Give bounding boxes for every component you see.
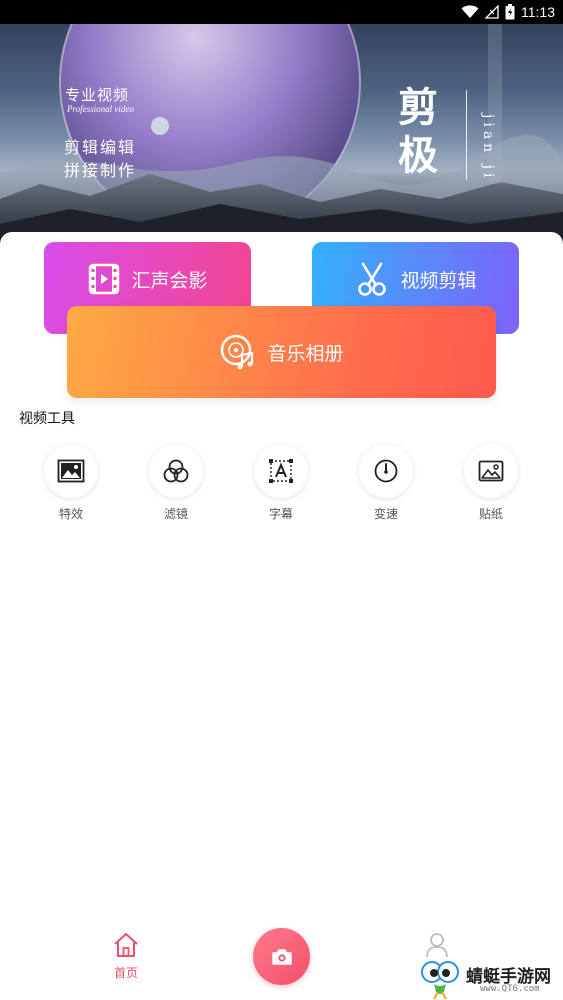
wifi-icon bbox=[461, 5, 479, 18]
filter-circles-icon bbox=[163, 459, 189, 483]
tool-filter[interactable]: 滤镜 bbox=[141, 444, 211, 522]
banner-big-char-1: 剪 bbox=[398, 84, 438, 131]
video-tools-grid: 特效 滤镜 字幕 变速 贴纸 bbox=[0, 444, 563, 524]
camera-button[interactable] bbox=[253, 928, 310, 985]
tool-sticker[interactable]: 贴纸 bbox=[456, 444, 526, 522]
card-label: 音乐相册 bbox=[267, 342, 344, 365]
card-label: 视频剪辑 bbox=[400, 269, 477, 292]
hero-banner[interactable]: 专业视频 Professional video 剪辑编辑 拼接制作 剪 极 ji… bbox=[0, 24, 563, 246]
tool-label: 滤镜 bbox=[163, 507, 188, 521]
banner-line-1-en: Professional video bbox=[67, 104, 134, 114]
user-icon bbox=[426, 933, 448, 958]
nav-home-label: 首页 bbox=[113, 966, 138, 980]
dragonfly-logo-icon bbox=[421, 961, 459, 1000]
banner-big-char-2: 极 bbox=[398, 132, 438, 179]
battery-icon bbox=[505, 4, 515, 20]
banner-pinyin: jian ji bbox=[480, 114, 496, 182]
banner-divider bbox=[466, 90, 467, 180]
tool-effects[interactable]: 特效 bbox=[36, 444, 106, 522]
sticker-image-icon bbox=[478, 460, 504, 482]
status-bar: 11:13 bbox=[0, 0, 563, 24]
tool-label: 贴纸 bbox=[478, 507, 503, 521]
effects-image-icon bbox=[57, 459, 85, 483]
signal-icon bbox=[485, 5, 499, 19]
nav-home[interactable]: 首页 bbox=[106, 932, 146, 981]
tool-speed[interactable]: 变速 bbox=[351, 444, 421, 522]
subtitle-text-icon bbox=[269, 459, 293, 483]
tool-icon-button[interactable] bbox=[149, 444, 203, 498]
banner-line-1: 专业视频 bbox=[65, 86, 130, 104]
status-icons: 11:13 bbox=[461, 3, 555, 21]
camera-icon bbox=[271, 948, 292, 965]
banner-line-3: 拼接制作 bbox=[64, 161, 137, 180]
card-label: 汇声会影 bbox=[131, 269, 208, 292]
tool-label: 字幕 bbox=[268, 507, 293, 521]
film-icon bbox=[89, 263, 120, 295]
tool-label: 变速 bbox=[373, 507, 398, 521]
music-disc-icon bbox=[221, 334, 254, 370]
watermark: 蜻蜓手游网 www.QT6.com bbox=[416, 958, 563, 1000]
scissors-icon bbox=[358, 262, 387, 296]
tool-subtitle[interactable]: 字幕 bbox=[246, 444, 316, 522]
tool-label: 特效 bbox=[58, 507, 83, 521]
home-icon bbox=[114, 933, 138, 957]
tool-icon-button[interactable] bbox=[44, 444, 98, 498]
section-title-video-tools: 视频工具 bbox=[19, 411, 75, 427]
tool-icon-button[interactable] bbox=[254, 444, 308, 498]
card-music-album[interactable]: 音乐相册 bbox=[67, 306, 496, 398]
tool-icon-button[interactable] bbox=[464, 444, 518, 498]
status-time: 11:13 bbox=[521, 4, 555, 20]
tool-icon-button[interactable] bbox=[359, 444, 413, 498]
watermark-url: www.QT6.com bbox=[480, 984, 540, 994]
banner-line-2: 剪辑编辑 bbox=[64, 138, 137, 157]
speed-clock-icon bbox=[374, 459, 398, 483]
